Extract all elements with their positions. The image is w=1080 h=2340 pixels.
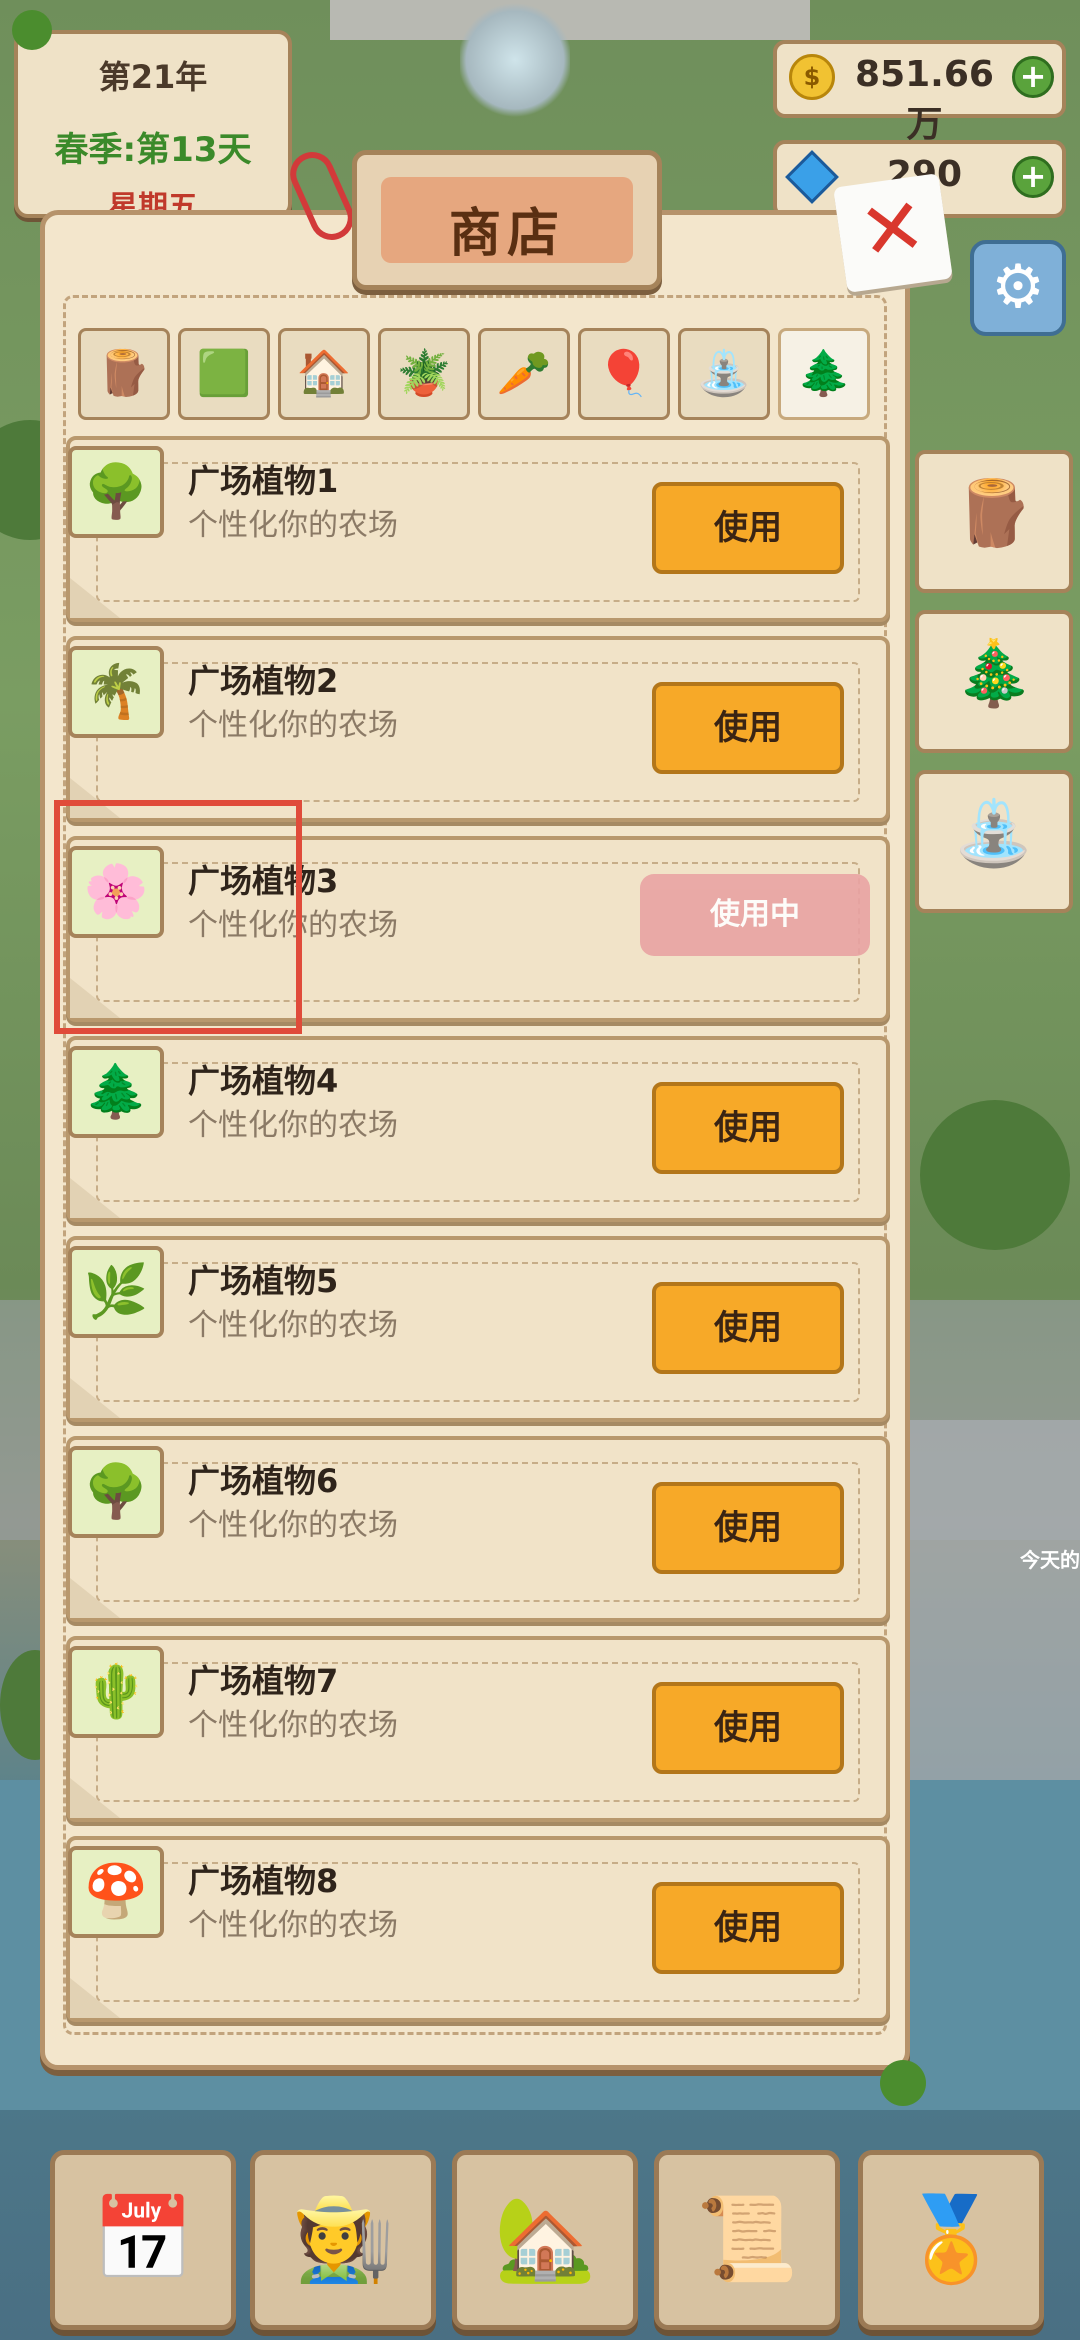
category-tabs: 🪵 🟩 🏠 🪴 🥕 🎈 ⛲ 🌲: [78, 328, 878, 420]
item-title: 广场植物7: [188, 1662, 339, 1700]
gear-icon[interactable]: ⚙: [970, 240, 1066, 336]
item-thumbnail: 🌳: [68, 446, 164, 538]
side-card-christmas-tree[interactable]: 🎄: [915, 610, 1073, 753]
background-fountain: [460, 0, 570, 120]
use-button[interactable]: 使用: [652, 1682, 844, 1774]
vine-leaf-icon: [880, 2060, 926, 2106]
gold-coin-icon: $: [789, 54, 835, 100]
bottom-navigation: 📅 🧑‍🌾 🏡 📜 🏅: [0, 2140, 1080, 2340]
shop-item: 🌳 广场植物1 个性化你的农场 使用: [66, 436, 890, 622]
tab-tree[interactable]: 🌲: [778, 328, 870, 420]
gold-panel: $ 851.66万 +: [773, 40, 1066, 145]
gem-icon: [785, 150, 839, 204]
planter-icon: 🪴: [396, 348, 452, 399]
tab-vegetable-bed[interactable]: 🥕: [478, 328, 570, 420]
add-gold-button[interactable]: +: [1012, 56, 1054, 98]
farmhouse-button[interactable]: 🏡: [452, 2150, 638, 2330]
farmer-button[interactable]: 🧑‍🌾: [250, 2150, 436, 2330]
tab-path[interactable]: 🟩: [178, 328, 270, 420]
item-thumbnail: 🌵: [68, 1646, 164, 1738]
shop-title: 商店: [448, 204, 565, 264]
item-description: 个性化你的农场: [188, 1308, 398, 1343]
use-button[interactable]: 使用: [652, 1482, 844, 1574]
farmer-icon: 🧑‍🌾: [291, 2192, 395, 2287]
farmhouse-icon: 🏡: [493, 2192, 597, 2287]
year-label: 第21年: [98, 58, 208, 96]
item-thumbnail: 🌿: [68, 1246, 164, 1338]
item-title: 广场植物6: [188, 1462, 339, 1500]
tree-icon: 🌲: [796, 348, 852, 399]
item-title: 广场植物5: [188, 1262, 339, 1300]
use-button[interactable]: 使用: [652, 682, 844, 774]
christmas-tree-icon: 🎄: [954, 637, 1034, 711]
sapling-icon: 🌿: [83, 1262, 149, 1322]
palm-tree-icon: 🌴: [83, 662, 149, 722]
side-card-fountain[interactable]: ⛲: [915, 770, 1073, 913]
item-description: 个性化你的农场: [188, 1908, 398, 1943]
item-description: 个性化你的农场: [188, 508, 398, 543]
tab-plaza[interactable]: ⛲: [678, 328, 770, 420]
scroll-quill-icon: 📜: [695, 2192, 799, 2287]
item-title: 广场植物1: [188, 462, 339, 500]
gold-amount: 851.66万: [855, 54, 994, 145]
side-card-fence[interactable]: 🪵: [915, 450, 1073, 593]
fountain-icon: ⛲: [954, 797, 1034, 871]
bush-tree-icon: 🌳: [83, 1462, 149, 1522]
add-gem-button[interactable]: +: [1012, 156, 1054, 198]
shop-item: 🌳 广场植物6 个性化你的农场 使用: [66, 1436, 890, 1622]
balloon-road-icon: 🎈: [596, 348, 652, 399]
close-x-icon[interactable]: ✕: [833, 173, 953, 293]
shop-item: 🌴 广场植物2 个性化你的农场 使用: [66, 636, 890, 822]
house-ground-icon: 🏠: [296, 348, 352, 399]
tree-icon: 🌳: [83, 462, 149, 522]
tab-fence[interactable]: 🪵: [78, 328, 170, 420]
item-title: 广场植物2: [188, 662, 339, 700]
use-button[interactable]: 使用: [652, 1082, 844, 1174]
background-tree: [920, 1100, 1070, 1250]
cactus-icon: 🌵: [83, 1662, 149, 1722]
pine-tree-icon: 🌲: [83, 1062, 149, 1122]
in-use-badge: 使用中: [640, 874, 870, 956]
background-fence: [330, 0, 810, 40]
highlight-box: [54, 800, 302, 1034]
item-thumbnail: 🌴: [68, 646, 164, 738]
plaza-icon: ⛲: [696, 348, 752, 399]
quest-scroll-button[interactable]: 📜: [654, 2150, 840, 2330]
use-button[interactable]: 使用: [652, 482, 844, 574]
path-icon: 🟩: [196, 348, 252, 399]
tab-balloon-road[interactable]: 🎈: [578, 328, 670, 420]
item-thumbnail: 🍄: [68, 1846, 164, 1938]
item-description: 个性化你的农场: [188, 1108, 398, 1143]
calendar-button[interactable]: 📅: [50, 2150, 236, 2330]
use-button[interactable]: 使用: [652, 1882, 844, 1974]
medal-icon: 🏅: [899, 2192, 1003, 2287]
vine-leaf-icon: [12, 10, 52, 50]
date-panel: 第21年 春季:第13天 星期五: [14, 30, 292, 218]
item-thumbnail: 🌲: [68, 1046, 164, 1138]
calendar-icon: 📅: [91, 2192, 195, 2287]
use-button[interactable]: 使用: [652, 1282, 844, 1374]
shop-title-tag: 商店: [352, 150, 662, 290]
item-description: 个性化你的农场: [188, 1708, 398, 1743]
tab-planter[interactable]: 🪴: [378, 328, 470, 420]
weekday-label: 星期五: [108, 190, 198, 212]
shop-item: 🌲 广场植物4 个性化你的农场 使用: [66, 1036, 890, 1222]
item-title: 广场植物8: [188, 1862, 339, 1900]
shop-item: 🌵 广场植物7 个性化你的农场 使用: [66, 1636, 890, 1822]
vegetable-bed-icon: 🥕: [496, 348, 552, 399]
mushroom-icon: 🍄: [83, 1862, 149, 1922]
item-title: 广场植物4: [188, 1062, 339, 1100]
shop-item: 🌿 广场植物5 个性化你的农场 使用: [66, 1236, 890, 1422]
background-sign-text: 今天的: [1020, 1548, 1080, 1572]
achievements-button[interactable]: 🏅: [858, 2150, 1044, 2330]
season-day-label: 春季:第13天: [54, 130, 252, 170]
fence-icon: 🪵: [96, 348, 152, 399]
shop-item: 🍄 广场植物8 个性化你的农场 使用: [66, 1836, 890, 2022]
item-thumbnail: 🌳: [68, 1446, 164, 1538]
item-description: 个性化你的农场: [188, 708, 398, 743]
tab-house-ground[interactable]: 🏠: [278, 328, 370, 420]
fence-icon: 🪵: [954, 477, 1034, 551]
item-description: 个性化你的农场: [188, 1508, 398, 1543]
